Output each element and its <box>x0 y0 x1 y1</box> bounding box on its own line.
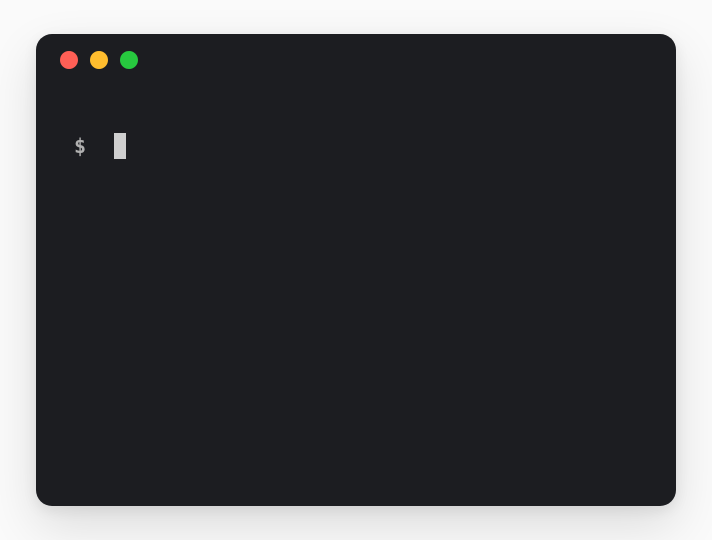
window-minimize-button[interactable] <box>90 51 108 69</box>
cursor-icon <box>114 133 126 159</box>
window-titlebar <box>36 34 676 86</box>
terminal-body[interactable]: $ <box>36 86 676 506</box>
window-close-button[interactable] <box>60 51 78 69</box>
prompt-line: $ <box>74 132 638 160</box>
terminal-window: $ <box>36 34 676 506</box>
prompt-symbol: $ <box>74 132 86 160</box>
window-maximize-button[interactable] <box>120 51 138 69</box>
